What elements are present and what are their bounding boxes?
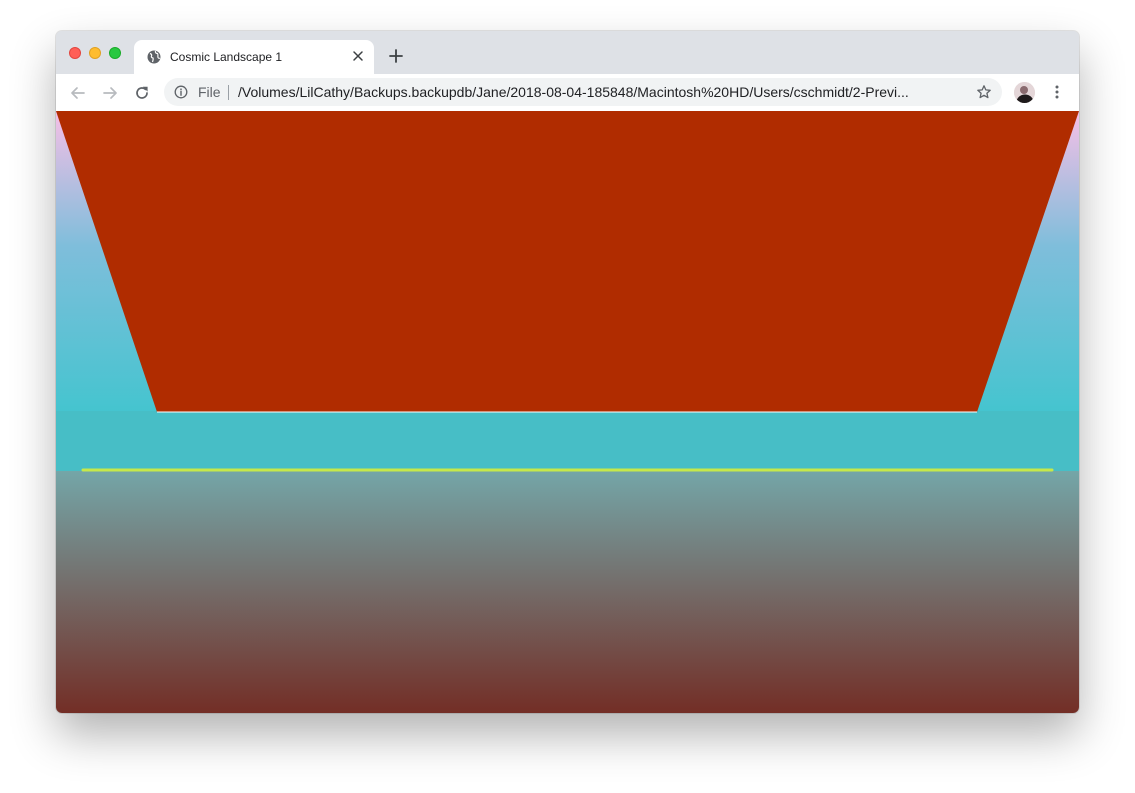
globe-icon [147, 50, 161, 64]
browser-window: Cosmic Landscape 1 File /Volumes/LilCath… [56, 31, 1079, 713]
profile-avatar-icon [1014, 82, 1035, 103]
cosmic-landscape-canvas [56, 111, 1079, 713]
scheme-label: File [198, 84, 221, 100]
reload-icon[interactable] [133, 84, 151, 102]
red-trapezoid-shape [56, 111, 1079, 412]
tab-strip: Cosmic Landscape 1 [56, 31, 1079, 74]
plus-icon[interactable] [388, 48, 404, 64]
browser-toolbar: File /Volumes/LilCathy/Backups.backupdb/… [56, 74, 1079, 111]
kebab-menu-icon[interactable] [1049, 84, 1065, 100]
window-maximize-button[interactable] [109, 47, 121, 59]
star-icon[interactable] [976, 84, 992, 100]
tab-title: Cosmic Landscape 1 [170, 50, 283, 64]
url-text[interactable]: /Volumes/LilCathy/Backups.backupdb/Jane/… [238, 84, 966, 100]
window-minimize-button[interactable] [89, 47, 101, 59]
forward-arrow-icon[interactable] [101, 84, 119, 102]
page-viewport [56, 111, 1079, 713]
scheme-divider [228, 85, 229, 100]
back-arrow-icon[interactable] [69, 84, 87, 102]
close-icon[interactable] [351, 49, 365, 63]
info-icon[interactable] [174, 85, 188, 99]
ground-gradient [56, 471, 1079, 713]
profile-avatar[interactable] [1014, 82, 1035, 103]
tab-cosmic-landscape[interactable]: Cosmic Landscape 1 [134, 40, 374, 74]
address-bar[interactable]: File /Volumes/LilCathy/Backups.backupdb/… [164, 78, 1002, 106]
window-close-button[interactable] [69, 47, 81, 59]
sky-horizon-band [56, 411, 1079, 471]
